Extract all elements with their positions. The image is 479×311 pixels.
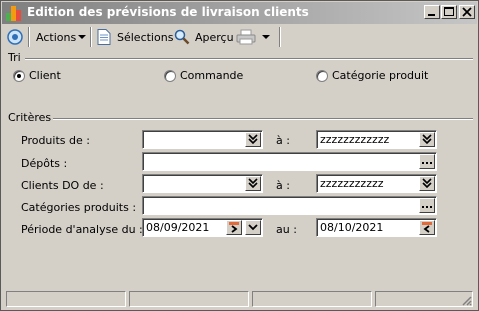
actions-menu-button[interactable]: Actions — [36, 28, 87, 46]
radio-checked-icon — [13, 69, 25, 82]
toolbar-separator — [28, 27, 30, 47]
toolbar-separator — [90, 27, 92, 47]
selections-button[interactable]: Sélections — [97, 28, 173, 46]
double-chevron-down-icon — [422, 178, 432, 189]
sort-option-label: Catégorie produit — [332, 69, 429, 82]
maximize-icon — [444, 7, 454, 16]
window-title: Edition des prévisions de livraison clie… — [27, 5, 309, 19]
categories-field[interactable] — [142, 196, 437, 215]
periode-from-value: 08/09/2021 — [146, 221, 210, 234]
produits-label: Produits de : — [21, 134, 90, 147]
printer-icon — [236, 29, 256, 45]
sort-section-title: Tri — [8, 51, 21, 64]
status-bar — [2, 289, 477, 309]
sort-option-commande[interactable]: Commande — [164, 69, 243, 82]
toolbar: Actions Sélections Aperçu — [2, 25, 477, 49]
depots-field[interactable] — [142, 152, 437, 171]
periode-from-calendar-button[interactable] — [226, 220, 242, 235]
title-bar[interactable]: Edition des prévisions de livraison clie… — [2, 2, 477, 24]
chevron-down-icon — [78, 35, 87, 39]
window: Edition des prévisions de livraison clie… — [0, 0, 479, 311]
double-chevron-down-icon — [248, 134, 258, 145]
toolbar-options-button[interactable] — [7, 28, 23, 46]
status-panel — [375, 291, 473, 307]
radio-unchecked-icon — [316, 69, 328, 82]
depots-browse-button[interactable] — [419, 154, 435, 169]
periode-to-value: 08/10/2021 — [320, 221, 384, 234]
status-panel — [6, 291, 126, 307]
double-chevron-down-icon — [422, 134, 432, 145]
calendar-icon — [229, 222, 239, 233]
produits-to-combo[interactable]: zzzzzzzzzzzz — [316, 130, 437, 149]
produits-to-value: zzzzzzzzzzzz — [320, 133, 390, 146]
categories-browse-button[interactable] — [419, 198, 435, 213]
calendar-icon — [422, 222, 432, 233]
toolbar-separator — [279, 27, 281, 47]
clients-to-value: zzzzzzzzzzz — [320, 177, 384, 190]
periode-au-label: au : — [276, 223, 297, 236]
sort-section-divider — [25, 58, 473, 60]
clients-label: Clients DO de : — [21, 179, 104, 192]
periode-from-date-field[interactable]: 08/09/2021 — [142, 218, 263, 237]
clients-from-combo[interactable] — [142, 174, 263, 193]
produits-to-dropdown-button[interactable] — [419, 132, 435, 147]
circle-target-icon — [7, 29, 23, 45]
document-icon — [97, 29, 111, 45]
produits-from-dropdown-button[interactable] — [245, 132, 261, 147]
app-logo-icon — [6, 6, 21, 21]
resize-grip-icon[interactable] — [460, 294, 472, 306]
criteria-section-title: Critères — [8, 111, 52, 124]
chevron-down-icon — [262, 35, 270, 39]
print-button[interactable] — [236, 28, 271, 46]
clients-to-dropdown-button[interactable] — [419, 176, 435, 191]
double-chevron-down-icon — [248, 178, 258, 189]
clients-from-dropdown-button[interactable] — [245, 176, 261, 191]
radio-unchecked-icon — [164, 69, 176, 82]
sort-option-label: Commande — [180, 69, 244, 82]
magnifier-icon — [174, 29, 190, 45]
sort-option-label: Client — [29, 69, 61, 82]
close-icon — [462, 7, 472, 17]
ellipsis-icon — [422, 206, 432, 208]
status-panel — [129, 291, 249, 307]
actions-label: Actions — [36, 30, 77, 44]
categories-label: Catégories produits : — [21, 201, 137, 214]
periode-to-date-field[interactable]: 08/10/2021 — [316, 218, 437, 237]
minimize-button[interactable] — [424, 5, 440, 19]
status-panel — [252, 291, 372, 307]
sort-option-client[interactable]: Client — [13, 69, 61, 82]
produits-from-combo[interactable] — [142, 130, 263, 149]
chevron-down-icon — [248, 224, 258, 231]
produits-a-label: à : — [276, 134, 290, 147]
close-button[interactable] — [459, 5, 475, 19]
ellipsis-icon — [422, 162, 432, 164]
selections-label: Sélections — [117, 30, 174, 44]
apercu-button[interactable]: Aperçu — [174, 28, 234, 46]
maximize-button[interactable] — [441, 5, 457, 19]
clients-to-combo[interactable]: zzzzzzzzzzz — [316, 174, 437, 193]
sort-option-categorie[interactable]: Catégorie produit — [316, 69, 428, 82]
apercu-label: Aperçu — [195, 30, 234, 44]
periode-from-dropdown-button[interactable] — [245, 220, 261, 235]
criteria-section-divider — [53, 118, 473, 120]
minimize-icon — [428, 14, 435, 16]
periode-label: Période d'analyse du : — [21, 223, 143, 236]
periode-to-calendar-button[interactable] — [419, 220, 435, 235]
depots-label: Dépôts : — [21, 157, 68, 170]
clients-a-label: à : — [276, 179, 290, 192]
